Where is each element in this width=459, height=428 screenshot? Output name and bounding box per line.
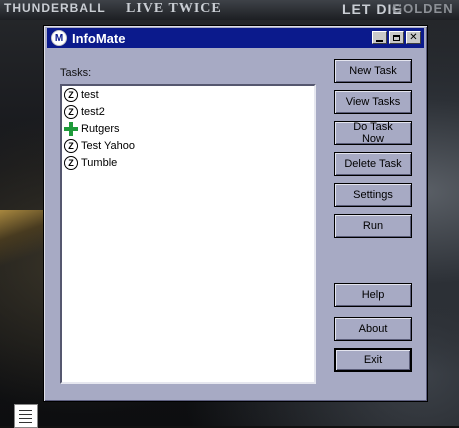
maximize-icon bbox=[393, 34, 400, 41]
task-item-rutgers[interactable]: Rutgers bbox=[62, 120, 314, 137]
task-label: Rutgers bbox=[81, 122, 120, 135]
z-task-icon: Z bbox=[64, 138, 78, 153]
task-label: Test Yahoo bbox=[81, 139, 136, 152]
wallpaper-graphic bbox=[0, 210, 44, 270]
settings-button[interactable]: Settings bbox=[334, 183, 412, 207]
delete-task-button[interactable]: Delete Task bbox=[334, 152, 412, 176]
minimize-button[interactable] bbox=[372, 31, 387, 44]
infomate-window: M InfoMate ✕ Tasks: Z test Z test2 Rutge… bbox=[43, 25, 428, 402]
task-label: test bbox=[81, 88, 99, 101]
window-controls: ✕ bbox=[370, 31, 421, 44]
window-title: InfoMate bbox=[72, 30, 126, 46]
exit-button[interactable]: Exit bbox=[334, 348, 412, 372]
z-task-icon: Z bbox=[64, 87, 78, 102]
maximize-button[interactable] bbox=[389, 31, 404, 44]
help-button[interactable]: Help bbox=[334, 283, 412, 307]
green-plus-icon bbox=[64, 121, 78, 136]
task-label: test2 bbox=[81, 105, 105, 118]
z-task-icon: Z bbox=[64, 155, 78, 170]
z-task-icon: Z bbox=[64, 104, 78, 119]
close-icon: ✕ bbox=[409, 31, 418, 43]
wallpaper-text: GOLDEN bbox=[392, 1, 454, 16]
task-item-test2[interactable]: Z test2 bbox=[62, 103, 314, 120]
task-item-tumble[interactable]: Z Tumble bbox=[62, 154, 314, 171]
task-list[interactable]: Z test Z test2 Rutgers Z Test Yahoo Z Tu… bbox=[60, 84, 316, 384]
title-bar[interactable]: M InfoMate ✕ bbox=[47, 28, 424, 48]
task-item-test[interactable]: Z test bbox=[62, 86, 314, 103]
minimize-icon bbox=[376, 39, 383, 42]
task-item-test-yahoo[interactable]: Z Test Yahoo bbox=[62, 137, 314, 154]
close-button[interactable]: ✕ bbox=[406, 31, 421, 44]
wallpaper-text: THUNDERBALL bbox=[4, 1, 106, 15]
wallpaper-text: LIVE TWICE bbox=[126, 1, 222, 16]
about-button[interactable]: About bbox=[334, 317, 412, 341]
view-tasks-button[interactable]: View Tasks bbox=[334, 90, 412, 114]
wallpaper-banner: THUNDERBALL LIVE TWICE LET DIE GOLDEN bbox=[0, 0, 459, 20]
tasks-label: Tasks: bbox=[60, 67, 92, 79]
run-button[interactable]: Run bbox=[334, 214, 412, 238]
new-task-button[interactable]: New Task bbox=[334, 59, 412, 83]
infomate-logo-icon: M bbox=[51, 30, 67, 46]
do-task-now-button[interactable]: Do Task Now bbox=[334, 121, 412, 145]
task-label: Tumble bbox=[81, 156, 118, 169]
desktop-document-icon[interactable] bbox=[14, 404, 38, 428]
